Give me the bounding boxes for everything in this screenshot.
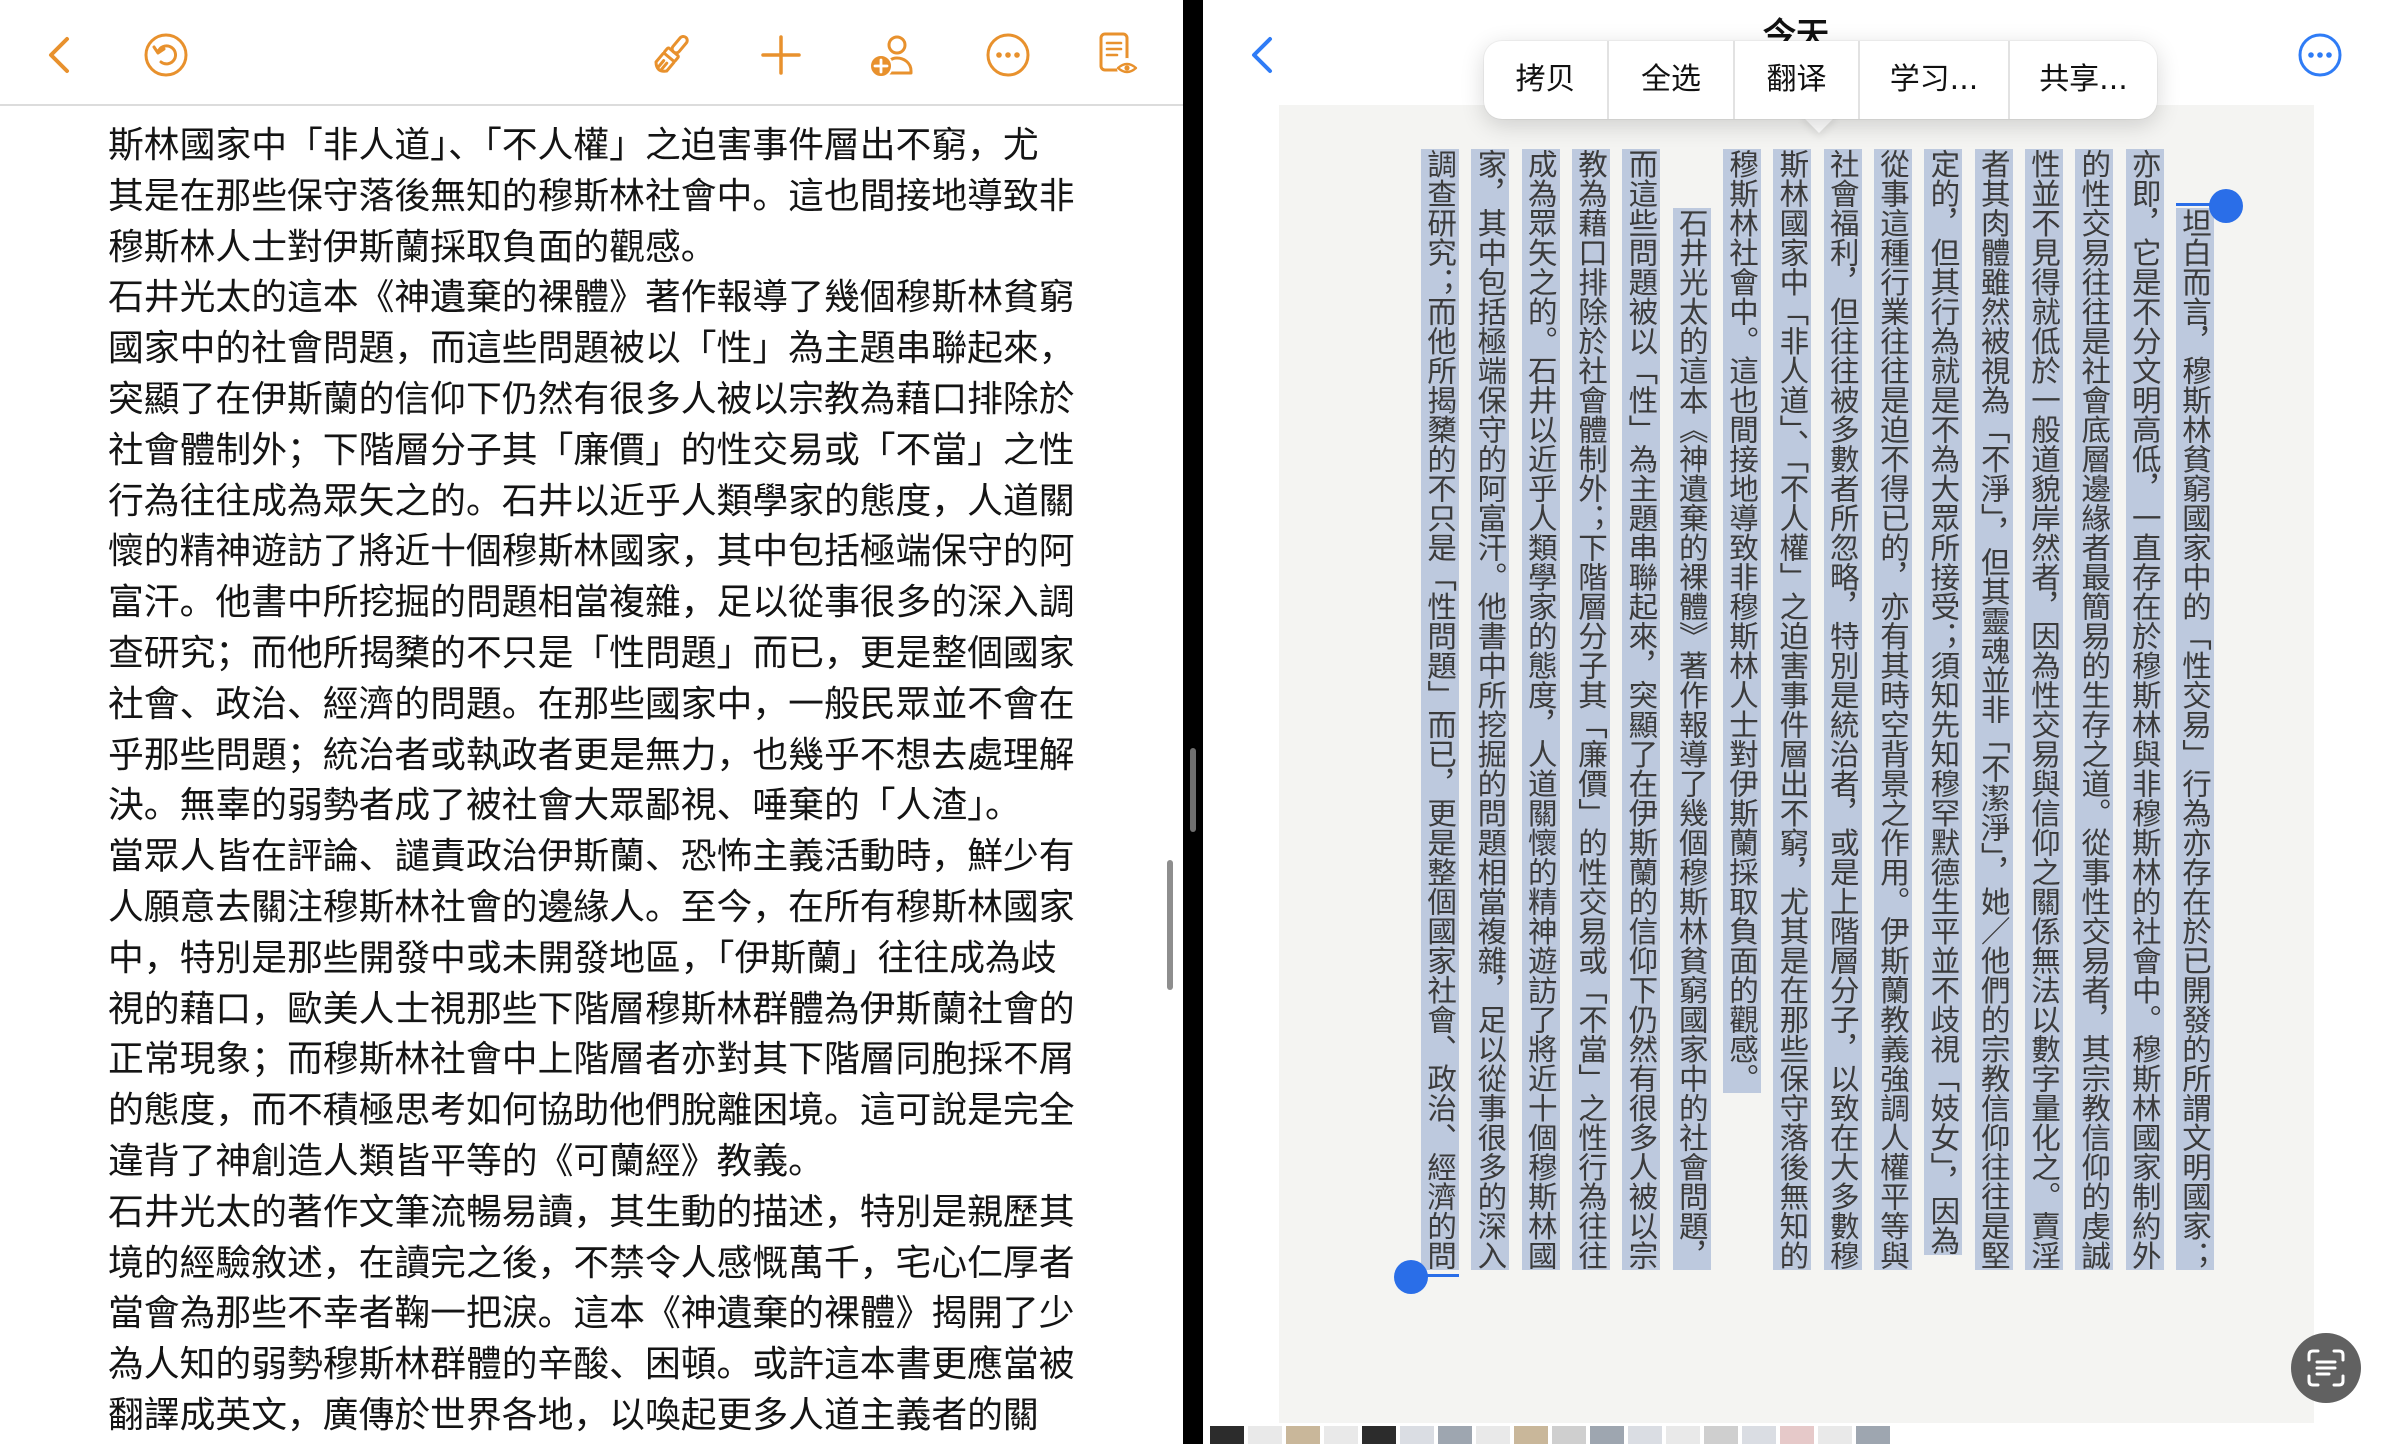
text-line[interactable]: 斯林國家中「非人道」、「不人權」之迫害事件層出不窮，尤 [108,121,1168,172]
chevron-left-icon[interactable] [1240,31,1288,79]
chevron-left-icon[interactable] [37,31,85,79]
selection-start-handle[interactable] [2209,189,2243,223]
vertical-scrollbar[interactable] [1167,860,1173,990]
text-column[interactable]: 穆斯林社會中。這也間接地導致非穆斯林人士對伊斯蘭採取負面的觀感。 [1723,149,1761,1093]
text-line[interactable]: 中，特別是那些開發中或未開發地區，「伊斯蘭」往往成為歧 [108,934,1168,985]
thumbnail[interactable] [1324,1426,1358,1444]
thumbnail-strip[interactable] [1210,1426,1940,1444]
text-column[interactable]: 調查研究；而他所揭櫫的不只是「性問題」而已，更是整個國家社會、政治、經濟的問 [1421,149,1460,1270]
translate-button[interactable]: 翻译 [1735,41,1858,119]
undo-icon[interactable] [142,31,190,79]
learn-button[interactable]: 学习... [1860,41,2008,119]
split-view-drag-handle[interactable] [1190,748,1196,832]
text-column[interactable]: 斯林國家中「非人道」、「不人權」之迫害事件層出不窮，尤其是在那些保守落後無知的 [1773,149,1812,1270]
text-line[interactable]: 違背了神創造人類皆平等的《可蘭經》教義。 [108,1137,1168,1188]
text-column[interactable]: 教為藉口排除於社會體制外；下階層分子其「廉價」的性交易或「不當」之性行為往往 [1572,149,1610,1270]
text-line[interactable]: 懷的精神遊訪了將近十個穆斯林國家，其中包括極端保守的阿 [108,527,1168,578]
text-line[interactable]: 社會、政治、經濟的問題。在那些國家中，一般民眾並不會在 [108,680,1168,731]
text-column[interactable]: 的性交易往往是社會底層邊緣者最簡易的生存之道。從事性交易者，其宗教信仰的虔誠 [2075,149,2114,1270]
text-line[interactable]: 社會體制外；下階層分子其「廉價」的性交易或「不當」之性 [108,426,1168,477]
photo-viewer-pane: 今天 調查研究；而他所揭櫫的不只是「性問題」而已，更是整個國家社會、政治、經濟的… [1203,0,2387,1444]
thumbnail[interactable] [1628,1426,1662,1444]
text-line[interactable]: 為人知的弱勢穆斯林群體的辛酸、困頓。或許這本書更應當被 [108,1340,1168,1391]
text-line[interactable]: 其是在那些保守落後無知的穆斯林社會中。這也間接地導致非 [108,172,1168,223]
text-column[interactable]: 坦白而言，穆斯林貧窮國家中的「性交易」行為亦存在於已開發的所謂文明國家； [2176,208,2214,1270]
document-body[interactable]: 斯林國家中「非人道」、「不人權」之迫害事件層出不窮，尤 其是在那些保守落後無知的穆… [108,121,1168,1442]
text-column[interactable]: 性並不見得就低於一般道貌岸然者，因為性交易與信仰之關係無法以數字量化之。賣淫 [2025,149,2063,1270]
text-column[interactable]: 而這些問題被以「性」為主題串聯起來，突顯了在伊斯蘭的信仰下仍然有很多人被以宗 [1622,149,1661,1270]
text-line[interactable]: 的態度，而不積極思考如何協助他們脫離困境。這可說是完全 [108,1086,1168,1137]
plus-icon[interactable] [757,31,805,79]
document-editor-pane: 斯林國家中「非人道」、「不人權」之迫害事件層出不窮，尤 其是在那些保守落後無知的穆… [0,0,1183,1444]
thumbnail[interactable] [1552,1426,1586,1444]
text-line[interactable]: 查研究；而他所揭櫫的不只是「性問題」而已，更是整個國家 [108,629,1168,680]
document-view-icon[interactable] [1093,31,1141,79]
thumbnail[interactable] [1514,1426,1548,1444]
more-icon[interactable] [2296,31,2344,79]
thumbnail[interactable] [1666,1426,1700,1444]
thumbnail[interactable] [1248,1426,1282,1444]
text-column[interactable]: 者其肉體雖然被視為「不淨」，但其靈魂並非「不潔淨」，她／他們的宗教信仰往往是堅 [1974,149,2013,1270]
collaborate-icon[interactable] [868,31,916,79]
text-line[interactable]: 當眾人皆在評論、譴責政治伊斯蘭、恐怖主義活動時，鮮少有 [108,832,1168,883]
split-view-divider[interactable] [1183,0,1203,1444]
copy-button[interactable]: 拷贝 [1484,41,1607,119]
photo-view[interactable]: 調查研究；而他所揭櫫的不只是「性問題」而已，更是整個國家社會、政治、經濟的問 家，… [1279,105,2314,1423]
text-line[interactable]: 石井光太的著作文筆流暢易讀，其生動的描述，特別是親歷其 [108,1188,1168,1239]
text-line[interactable]: 石井光太的這本《神遺棄的裸體》著作報導了幾個穆斯林貧窮 [108,273,1168,324]
text-line[interactable]: 富汗。他書中所挖掘的問題相當複雜，足以從事很多的深入調 [108,578,1168,629]
live-text-icon [2291,1333,2361,1403]
share-button[interactable]: 共享... [2010,41,2157,119]
text-line[interactable]: 乎那些問題；統治者或執政者更是無力，也幾乎不想去處理解 [108,731,1168,782]
text-line[interactable]: 國家中的社會問題，而這些問題被以「性」為主題串聯起來， [108,324,1168,375]
text-line[interactable]: 人願意去關注穆斯林社會的邊緣人。至今，在所有穆斯林國家 [108,883,1168,934]
live-text-button[interactable] [2291,1333,2361,1403]
thumbnail[interactable] [1590,1426,1624,1444]
text-line[interactable]: 視的藉口，歐美人士視那些下階層穆斯林群體為伊斯蘭社會的 [108,985,1168,1036]
text-column[interactable]: 家，其中包括極端保守的阿富汗。他書中所挖掘的問題相當複雜，足以從事很多的深入 [1471,149,1510,1270]
text-line[interactable]: 穆斯林人士對伊斯蘭採取負面的觀感。 [108,223,1168,274]
more-icon[interactable] [984,31,1032,79]
thumbnail[interactable] [1286,1426,1320,1444]
thumbnail[interactable] [1476,1426,1510,1444]
thumbnail[interactable] [1210,1426,1244,1444]
text-column[interactable]: 社會福利，但往往被多數者所忽略，特別是統治者，或是上階層分子，以致在大多數穆 [1823,149,1862,1270]
text-line[interactable]: 當會為那些不幸者鞠一把淚。這本《神遺棄的裸體》揭開了少 [108,1289,1168,1340]
text-line[interactable]: 境的經驗敘述，在讀完之後，不禁令人感慨萬千，宅心仁厚者 [108,1239,1168,1290]
thumbnail[interactable] [1742,1426,1776,1444]
thumbnail[interactable] [1704,1426,1738,1444]
selection-end-handle[interactable] [1394,1260,1428,1294]
text-column[interactable]: 亦即，它是不分文明高低，一直存在於穆斯林與非穆斯林的社會中。穆斯林國家制約外 [2125,149,2164,1270]
text-column[interactable]: 從事這種行業往往是迫不得已的，亦有其時空背景之作用。伊斯蘭教義強調人權平等與 [1874,149,1912,1270]
editor-toolbar [0,0,1183,106]
text-selection-menu: 拷贝 全选 翻译 学习... 共享... [1484,41,2157,119]
thumbnail[interactable] [1818,1426,1852,1444]
text-column[interactable]: 定的，但其行為就是不為大眾所接受；須知先知穆罕默德生平並不歧視「妓女」，因為 [1924,149,1963,1256]
text-column[interactable]: 石井光太的這本《神遺棄的裸體》著作報導了幾個穆斯林貧窮國家中的社會問題， [1672,208,1711,1270]
thumbnail[interactable] [1438,1426,1472,1444]
thumbnail[interactable] [1856,1426,1890,1444]
text-line[interactable]: 翻譯成英文，廣傳於世界各地，以喚起更多人道主義者的關 [108,1391,1168,1442]
text-line[interactable]: 決。無辜的弱勢者成了被社會大眾鄙視、唾棄的「人渣」。 [108,781,1168,832]
thumbnail[interactable] [1362,1426,1396,1444]
select-all-button[interactable]: 全选 [1609,41,1733,119]
text-line[interactable]: 正常現象；而穆斯林社會中上階層者亦對其下階層同胞採不屑 [108,1035,1168,1086]
paintbrush-icon[interactable] [647,31,695,79]
thumbnail[interactable] [1780,1426,1814,1444]
text-line[interactable]: 突顯了在伊斯蘭的信仰下仍然有很多人被以宗教為藉口排除於 [108,375,1168,426]
thumbnail[interactable] [1400,1426,1434,1444]
text-line[interactable]: 行為往往成為眾矢之的。石井以近乎人類學家的態度，人道關 [108,477,1168,528]
text-column[interactable]: 成為眾矢之的。石井以近乎人類學家的態度，人道關懷的精神遊訪了將近十個穆斯林國 [1521,149,1560,1270]
